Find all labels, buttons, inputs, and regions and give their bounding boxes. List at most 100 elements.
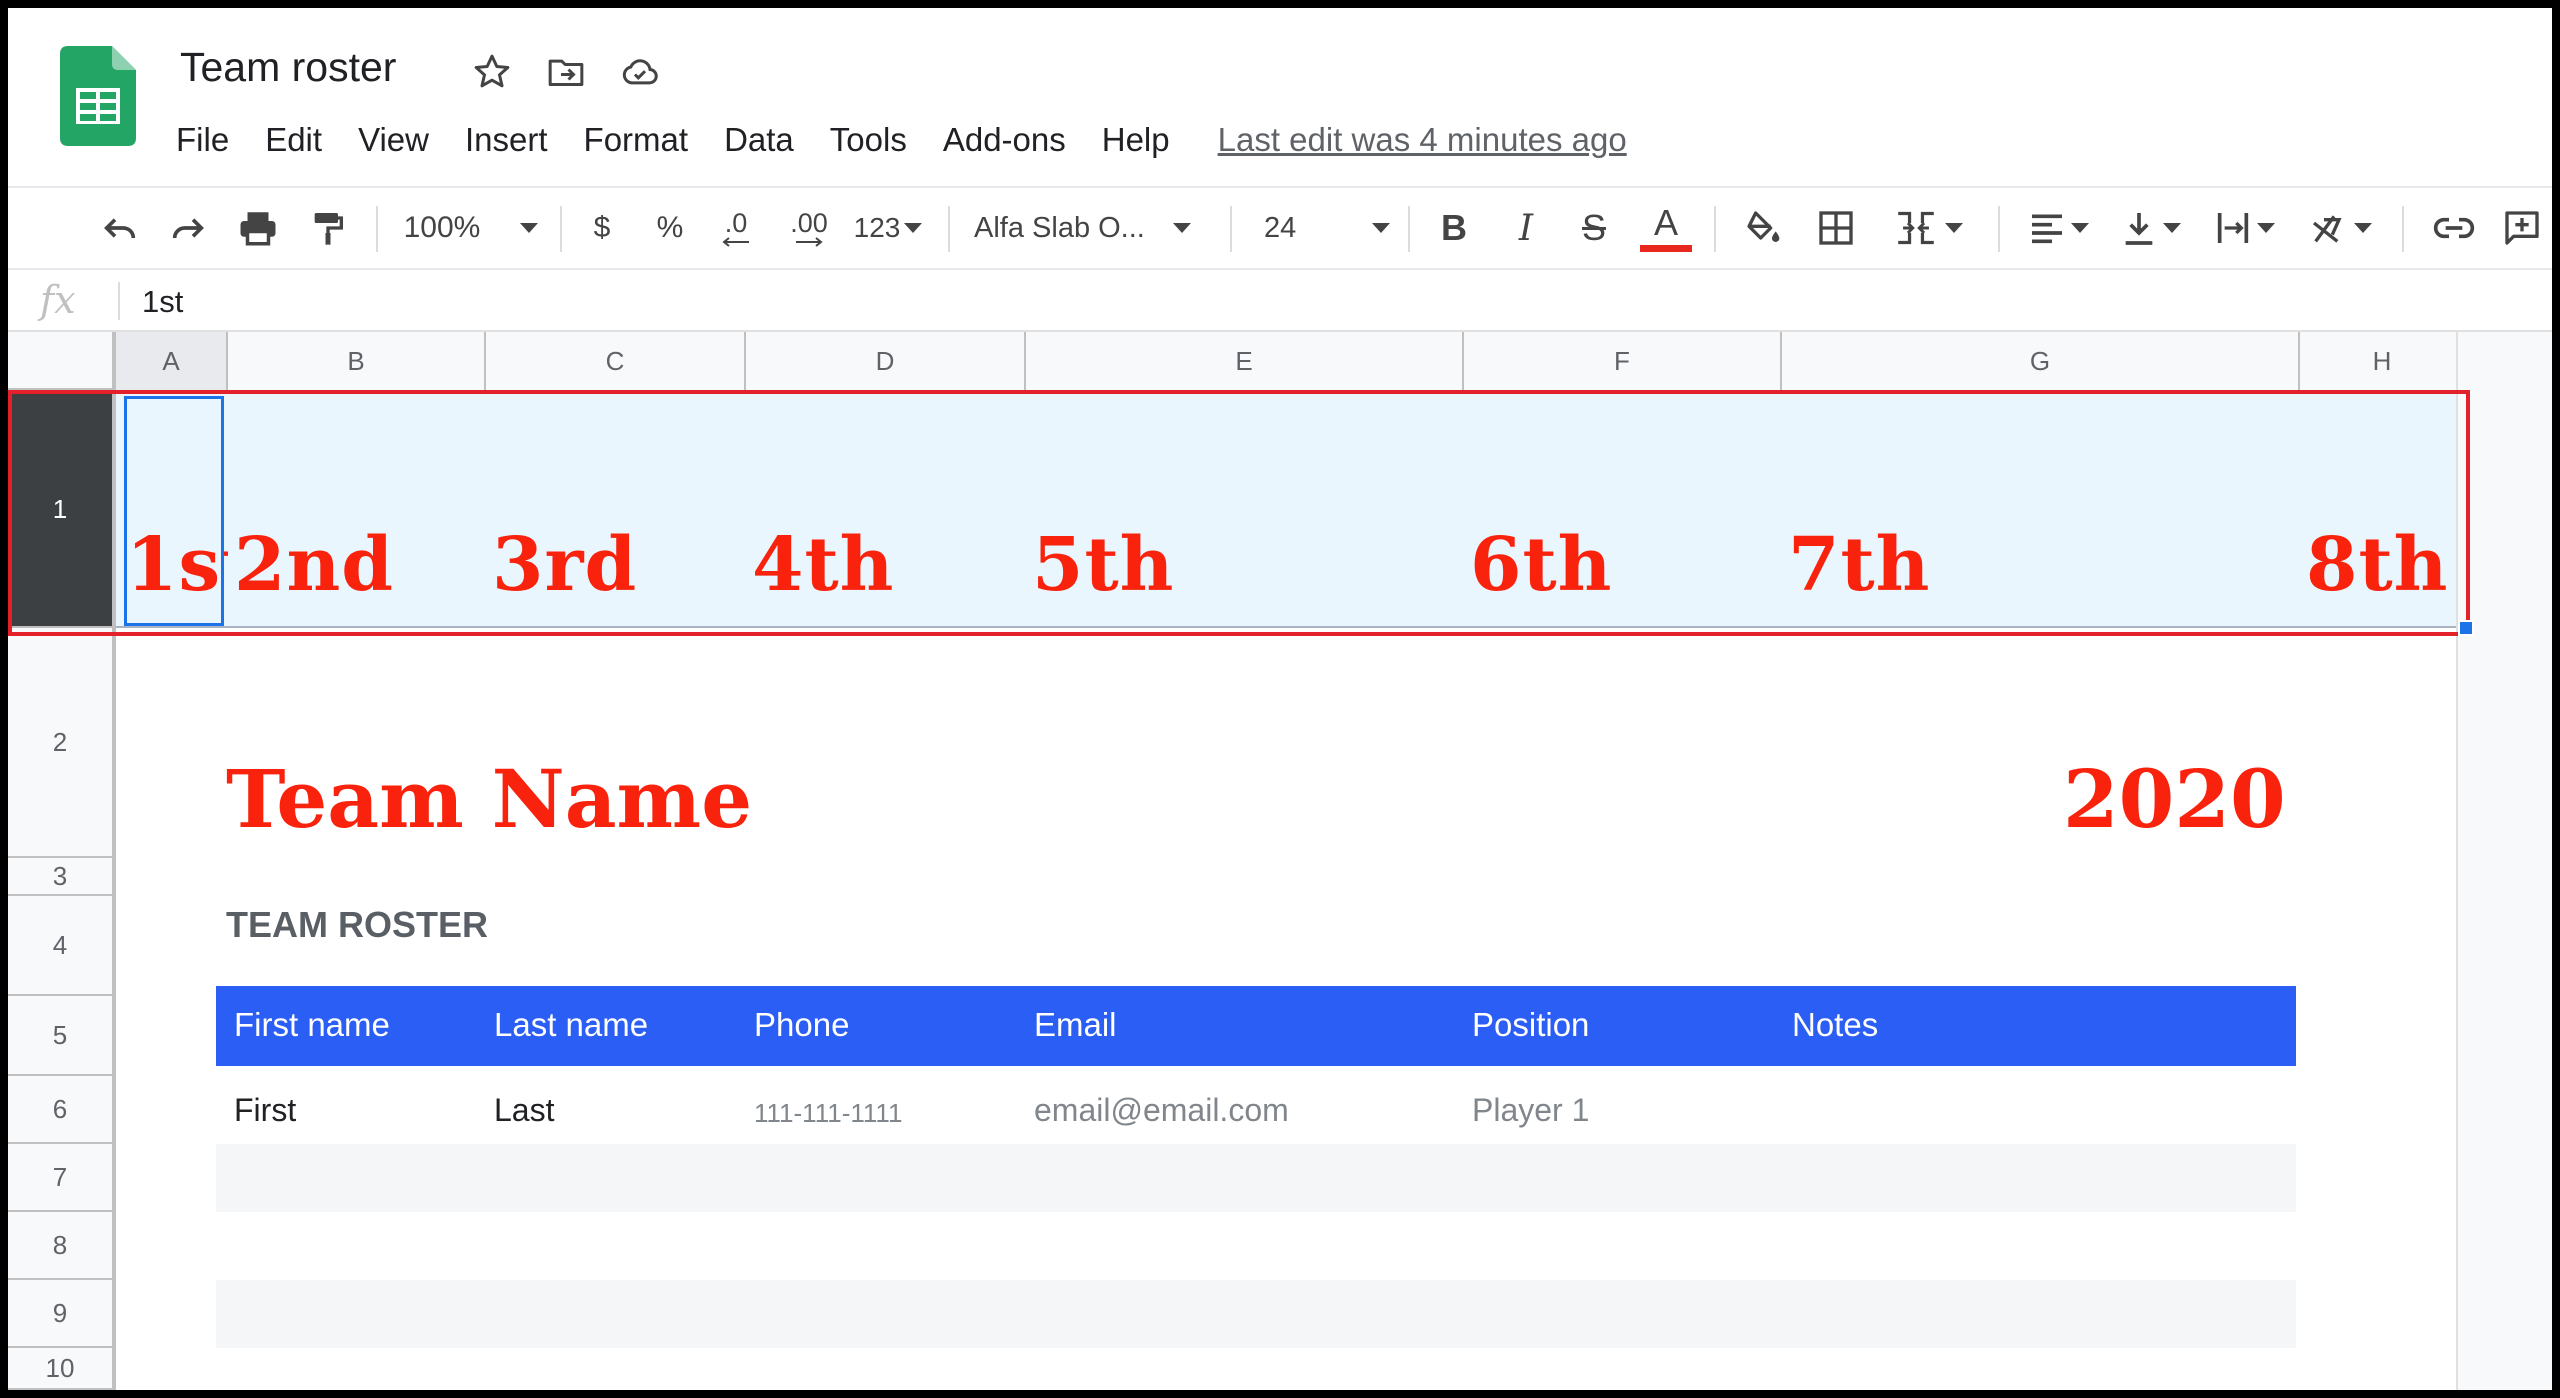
cell-email[interactable]: email@email.com (1034, 1092, 1289, 1129)
roster-table-header: First name Last name Phone Email Positio… (216, 986, 2296, 1066)
column-header-d[interactable]: D (746, 332, 1026, 392)
font-size-select[interactable]: 24 (1264, 188, 1394, 268)
row-header-6[interactable]: 6 (8, 1076, 116, 1144)
vertical-align-button[interactable] (2110, 188, 2190, 268)
menu-view[interactable]: View (358, 121, 429, 159)
title-actions (470, 48, 662, 96)
toolbar: 100% $ % .0 .00 123 Alfa Slab O... 24 B … (8, 186, 2552, 270)
table-row[interactable] (216, 1144, 2296, 1212)
undo-button[interactable] (92, 188, 148, 268)
merge-cells-button[interactable] (1884, 188, 1974, 268)
select-all-corner[interactable] (8, 332, 116, 392)
row-header-5[interactable]: 5 (8, 996, 116, 1076)
zoom-select[interactable]: 100% (390, 188, 552, 268)
link-icon (2433, 217, 2475, 239)
arrow-right-icon (796, 237, 823, 247)
header-first-name[interactable]: First name (234, 1006, 390, 1044)
menu-format[interactable]: Format (584, 121, 689, 159)
borders-icon (1819, 211, 1853, 245)
menu-insert[interactable]: Insert (465, 121, 548, 159)
bold-button[interactable]: B (1430, 188, 1478, 268)
horizontal-align-button[interactable] (2018, 188, 2098, 268)
last-edit-link[interactable]: Last edit was 4 minutes ago (1218, 121, 1627, 159)
merge-cells-icon (1898, 211, 1934, 245)
menu-add-ons[interactable]: Add-ons (943, 121, 1066, 159)
insert-comment-button[interactable] (2494, 188, 2550, 268)
zoom-value: 100% (403, 211, 481, 244)
strikethrough-button[interactable]: S (1570, 188, 1618, 268)
row-header-4[interactable]: 4 (8, 896, 116, 996)
text-color-button[interactable]: A (1638, 188, 1694, 268)
column-header-h[interactable]: H (2300, 332, 2466, 392)
cell-phone[interactable]: 111-111-1111 (754, 1098, 902, 1129)
print-button[interactable] (230, 188, 286, 268)
move-folder-icon[interactable] (544, 50, 588, 94)
menu-data[interactable]: Data (724, 121, 794, 159)
header-position[interactable]: Position (1472, 1006, 1589, 1044)
document-title[interactable]: Team roster (180, 44, 396, 91)
text-rotation-button[interactable] (2298, 188, 2382, 268)
grid-overflow-area (2456, 332, 2552, 1390)
menu-edit[interactable]: Edit (265, 121, 322, 159)
currency-button[interactable]: $ (578, 188, 626, 268)
roster-subtitle[interactable]: TEAM ROSTER (226, 904, 488, 946)
row-header-10[interactable]: 10 (8, 1348, 116, 1390)
arrow-left-icon (722, 237, 749, 247)
decrease-decimal-button[interactable]: .0 (708, 188, 764, 268)
column-header-a[interactable]: A (116, 332, 228, 392)
row-header-8[interactable]: 8 (8, 1212, 116, 1280)
align-bottom-icon (2125, 213, 2153, 245)
cloud-status-icon[interactable] (618, 50, 662, 94)
font-select[interactable]: Alfa Slab O... (974, 188, 1214, 268)
insert-link-button[interactable] (2426, 188, 2482, 268)
spreadsheet-window: Team roster File Edit View Insert Format… (8, 8, 2552, 1390)
row-header-2[interactable]: 2 (8, 628, 116, 858)
star-icon[interactable] (470, 50, 514, 94)
row-header-3[interactable]: 3 (8, 858, 116, 896)
row-header-9[interactable]: 9 (8, 1280, 116, 1348)
more-formats-button[interactable]: 123 (848, 188, 928, 268)
increase-decimal-button[interactable]: .00 (778, 188, 840, 268)
row-header-7[interactable]: 7 (8, 1144, 116, 1212)
fill-color-button[interactable] (1736, 188, 1792, 268)
text-color-swatch (1640, 244, 1692, 252)
column-header-c[interactable]: C (486, 332, 746, 392)
text-wrap-icon (2217, 213, 2249, 243)
formula-bar: fx 1st (8, 270, 2552, 332)
comment-add-icon (2505, 211, 2539, 245)
fill-handle[interactable] (2458, 620, 2474, 636)
table-row[interactable] (216, 1280, 2296, 1348)
header-phone[interactable]: Phone (754, 1006, 849, 1044)
text-rotation-icon (2312, 215, 2342, 243)
menu-bar: File Edit View Insert Format Data Tools … (176, 116, 1627, 164)
formula-input[interactable]: 1st (142, 284, 183, 320)
header-notes[interactable]: Notes (1792, 1006, 1878, 1044)
header-last-name[interactable]: Last name (494, 1006, 648, 1044)
cell-position[interactable]: Player 1 (1472, 1092, 1589, 1129)
column-header-b[interactable]: B (228, 332, 486, 392)
percent-button[interactable]: % (646, 188, 694, 268)
paint-format-button[interactable] (300, 188, 356, 268)
sheets-logo-icon[interactable] (60, 46, 136, 146)
season-year[interactable]: 2020 (2063, 752, 2286, 846)
paint-bucket-icon (1747, 211, 1780, 242)
cell-first-name[interactable]: First (234, 1092, 296, 1129)
borders-button[interactable] (1808, 188, 1864, 268)
column-header-e[interactable]: E (1026, 332, 1464, 392)
table-row[interactable] (216, 1212, 2296, 1280)
redo-button[interactable] (160, 188, 216, 268)
italic-button[interactable]: I (1502, 188, 1550, 268)
text-wrapping-button[interactable] (2204, 188, 2284, 268)
header-email[interactable]: Email (1034, 1006, 1117, 1044)
column-header-f[interactable]: F (1464, 332, 1782, 392)
column-header-g[interactable]: G (1782, 332, 2300, 392)
menu-file[interactable]: File (176, 121, 229, 159)
table-row: First Last 111-111-1111 email@email.com … (216, 1076, 2296, 1144)
menu-help[interactable]: Help (1102, 121, 1170, 159)
cell-last-name[interactable]: Last (494, 1092, 554, 1129)
fx-icon: fx (40, 278, 76, 322)
align-left-icon (2032, 214, 2062, 244)
team-name-title[interactable]: Team Name (226, 752, 752, 846)
highlight-box (8, 390, 2470, 636)
menu-tools[interactable]: Tools (830, 121, 907, 159)
